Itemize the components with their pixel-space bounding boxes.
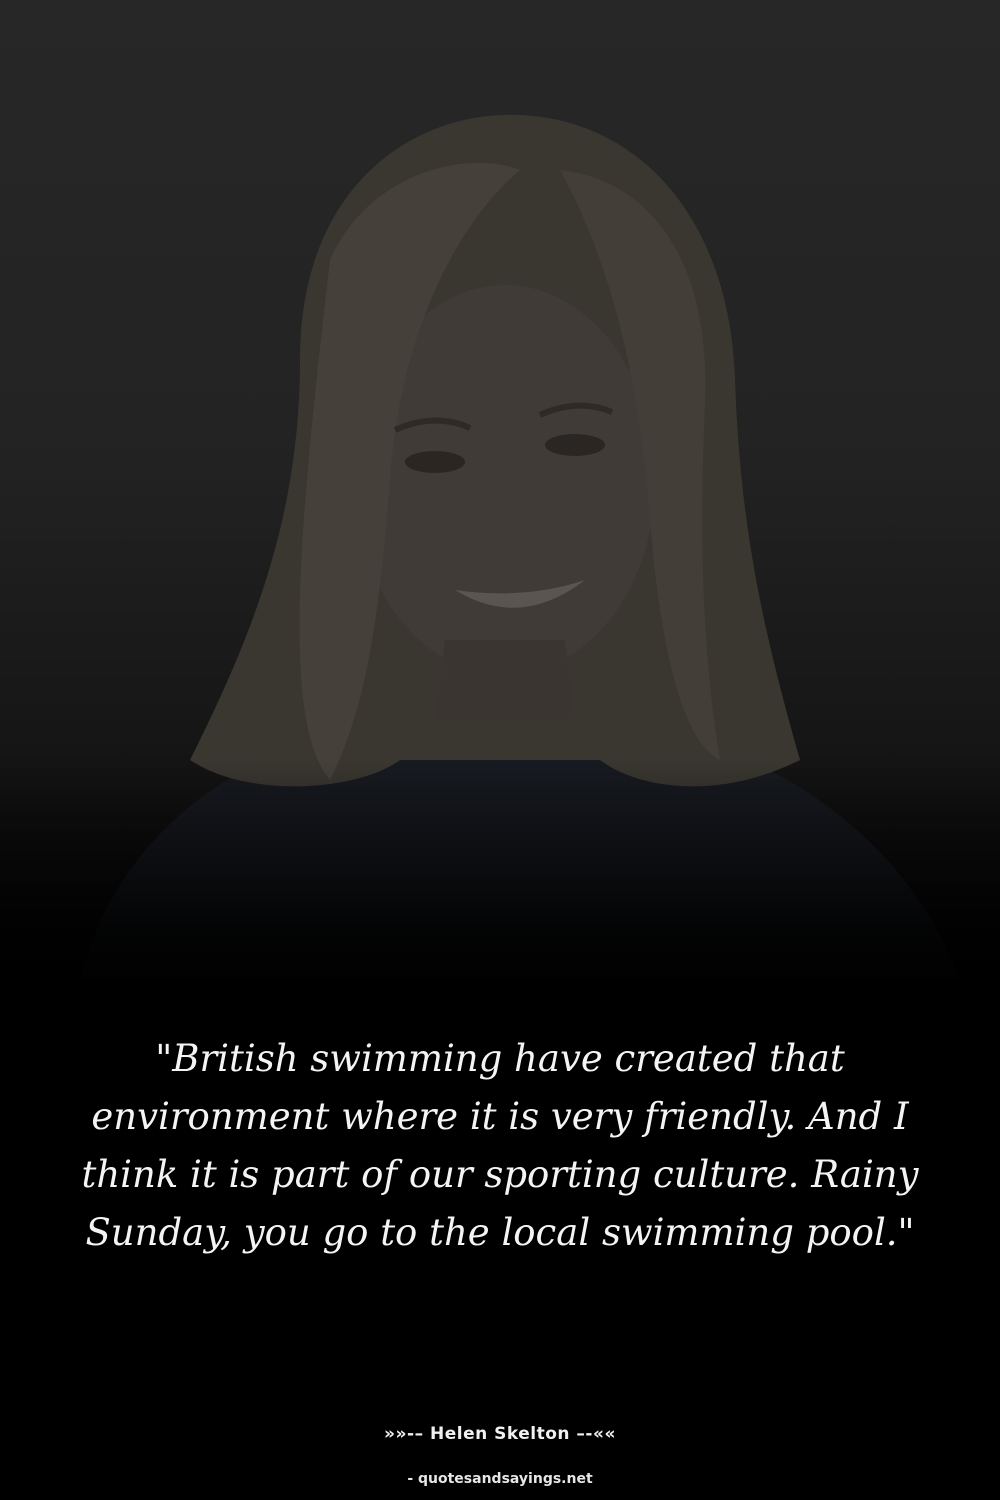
source-site: - quotesandsayings.net	[407, 1471, 593, 1487]
author-suffix: –-««	[570, 1424, 616, 1444]
photo-fade-overlay	[0, 760, 1000, 1000]
author-attribution: »»-– Helen Skelton –-««	[0, 1424, 1000, 1444]
quote-text: "British swimming have created that envi…	[81, 1037, 919, 1254]
author-name: Helen Skelton	[430, 1424, 570, 1444]
author-prefix: »»-–	[384, 1424, 430, 1444]
quote-card: "British swimming have created that envi…	[0, 0, 1000, 1500]
portrait-photo	[0, 0, 1000, 1000]
